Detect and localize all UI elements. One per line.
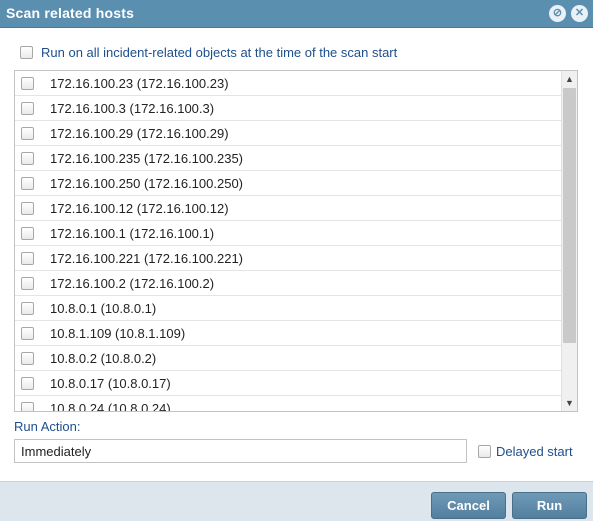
host-checkbox[interactable] [21, 277, 34, 290]
host-row[interactable]: 10.8.0.17 (10.8.0.17) [15, 371, 562, 396]
host-label: 172.16.100.1 (172.16.100.1) [50, 226, 215, 241]
host-label: 172.16.100.23 (172.16.100.23) [50, 76, 229, 91]
host-row[interactable]: 172.16.100.12 (172.16.100.12) [15, 196, 562, 221]
chevron-down-icon[interactable]: ▼ [562, 395, 577, 411]
host-checkbox[interactable] [21, 227, 34, 240]
host-label: 172.16.100.250 (172.16.100.250) [50, 176, 244, 191]
host-row[interactable]: 172.16.100.221 (172.16.100.221) [15, 246, 562, 271]
host-checkbox[interactable] [21, 152, 34, 165]
run-action-select[interactable]: Immediately [14, 439, 467, 463]
host-row[interactable]: 172.16.100.250 (172.16.100.250) [15, 171, 562, 196]
host-checkbox[interactable] [21, 77, 34, 90]
host-checkbox[interactable] [21, 302, 34, 315]
host-row[interactable]: 172.16.100.1 (172.16.100.1) [15, 221, 562, 246]
host-label: 10.8.0.17 (10.8.0.17) [50, 376, 171, 391]
run-action-label: Run Action: [14, 419, 81, 434]
close-icon[interactable]: ✕ [571, 5, 588, 22]
delayed-start-label[interactable]: Delayed start [496, 444, 573, 459]
run-button[interactable]: Run [512, 492, 587, 519]
scrollbar-thumb[interactable] [563, 88, 576, 343]
host-label: 10.8.0.24 (10.8.0.24) [50, 401, 171, 412]
run-all-label[interactable]: Run on all incident-related objects at t… [41, 45, 397, 60]
host-row[interactable]: 172.16.100.235 (172.16.100.235) [15, 146, 562, 171]
host-row[interactable]: 172.16.100.2 (172.16.100.2) [15, 271, 562, 296]
host-checkbox[interactable] [21, 202, 34, 215]
host-row[interactable]: 10.8.0.24 (10.8.0.24) [15, 396, 562, 412]
host-label: 172.16.100.221 (172.16.100.221) [50, 251, 244, 266]
host-list[interactable]: 172.16.100.23 (172.16.100.23) 172.16.100.… [14, 70, 578, 412]
host-row[interactable]: 172.16.100.23 (172.16.100.23) [15, 71, 562, 96]
host-row[interactable]: 172.16.100.29 (172.16.100.29) [15, 121, 562, 146]
host-label: 172.16.100.2 (172.16.100.2) [50, 276, 215, 291]
host-label: 172.16.100.12 (172.16.100.12) [50, 201, 229, 216]
dialog-titlebar: Scan related hosts ⊘ ✕ [0, 0, 593, 28]
host-label: 172.16.100.29 (172.16.100.29) [50, 126, 229, 141]
host-row[interactable]: 10.8.1.109 (10.8.1.109) [15, 321, 562, 346]
host-list-scrollbar[interactable]: ▲ ▼ [561, 71, 577, 411]
host-checkbox[interactable] [21, 177, 34, 190]
dialog-title: Scan related hosts [6, 5, 135, 21]
host-checkbox[interactable] [21, 252, 34, 265]
host-checkbox[interactable] [21, 402, 34, 411]
dialog-footer: Cancel Run [0, 481, 593, 521]
host-row[interactable]: 172.16.100.3 (172.16.100.3) [15, 96, 562, 121]
host-rows: 172.16.100.23 (172.16.100.23) 172.16.100.… [15, 71, 562, 412]
host-checkbox[interactable] [21, 102, 34, 115]
host-label: 10.8.0.1 (10.8.0.1) [50, 301, 157, 316]
host-label: 10.8.0.2 (10.8.0.2) [50, 351, 157, 366]
host-label: 10.8.1.109 (10.8.1.109) [50, 326, 186, 341]
host-checkbox[interactable] [21, 377, 34, 390]
delayed-start-checkbox[interactable] [478, 445, 491, 458]
host-row[interactable]: 10.8.0.2 (10.8.0.2) [15, 346, 562, 371]
run-all-checkbox[interactable] [20, 46, 33, 59]
chevron-up-icon[interactable]: ▲ [562, 71, 577, 87]
restore-icon[interactable]: ⊘ [549, 5, 566, 22]
host-checkbox[interactable] [21, 327, 34, 340]
host-row[interactable]: 10.8.0.1 (10.8.0.1) [15, 296, 562, 321]
host-label: 172.16.100.235 (172.16.100.235) [50, 151, 244, 166]
host-checkbox[interactable] [21, 127, 34, 140]
host-checkbox[interactable] [21, 352, 34, 365]
cancel-button[interactable]: Cancel [431, 492, 506, 519]
host-label: 172.16.100.3 (172.16.100.3) [50, 101, 215, 116]
